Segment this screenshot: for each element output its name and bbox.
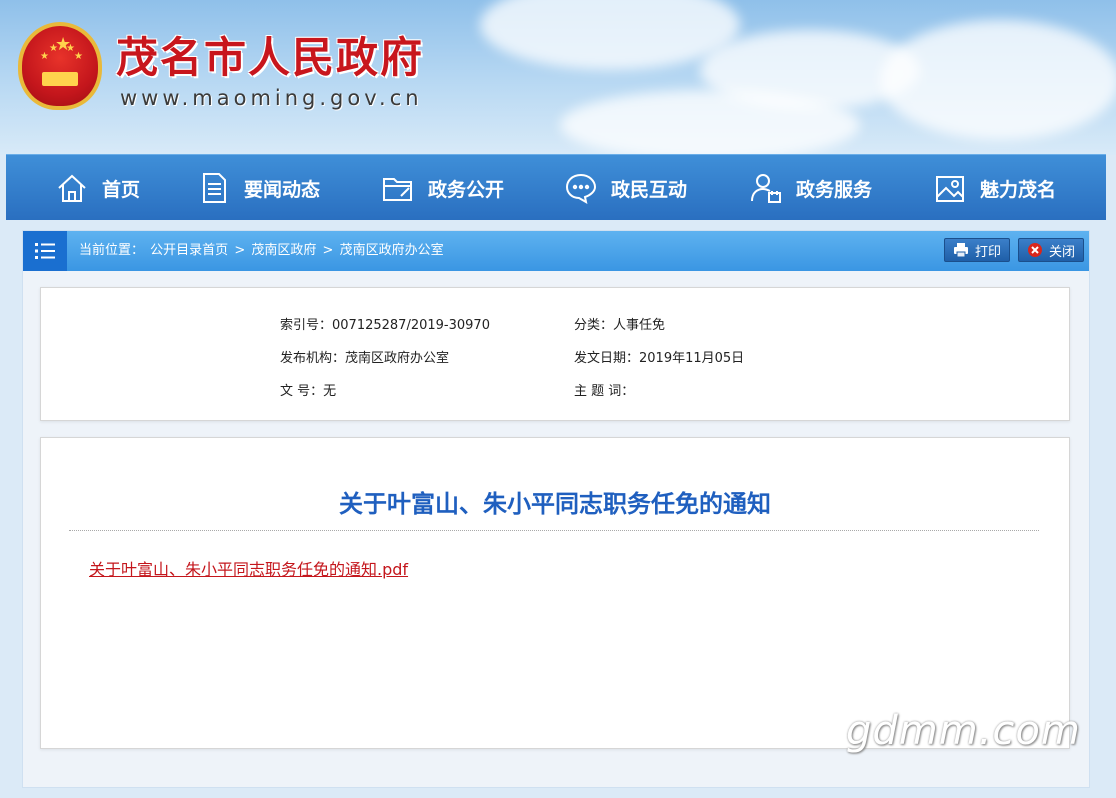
article-box: 关于叶富山、朱小平同志职务任免的通知 关于叶富山、朱小平同志职务任免的通知.pd… [40,437,1070,749]
meta-value: 无 [323,384,337,399]
national-emblem-icon: ★ ★ ★ ★ ★ [18,22,102,110]
print-label: 打印 [975,244,1002,260]
home-icon [54,170,90,206]
meta-label: 发布机构： [280,351,346,366]
meta-publisher: 发布机构：茂南区政府办公室 [280,347,449,366]
meta-label: 索引号： [280,318,333,333]
nav-item-gov-public[interactable]: 政务公开 [380,155,504,221]
list-icon [23,231,67,271]
nav-item-interaction[interactable]: 政民互动 [563,155,687,221]
breadcrumb-bar: 当前位置： 公开目录首页 > 茂南区政府 > 茂南区政府办公室 打印 关闭 [23,231,1089,271]
close-button[interactable]: 关闭 [1018,238,1085,262]
meta-label: 分类： [574,318,614,333]
main-nav: 首页 要闻动态 政务公开 政民互动 政务服务 魅力茂名 [6,154,1106,220]
document-meta: 索引号：007125287/2019-30970 分类：人事任免 发布机构：茂南… [40,287,1070,421]
breadcrumb-separator: > [322,243,334,258]
document-icon [196,170,232,206]
close-label: 关闭 [1049,244,1076,260]
nav-item-label: 政务服务 [796,178,873,201]
header-banner: ★ ★ ★ ★ ★ 茂名市人民政府 www.maoming.gov.cn [0,0,1116,155]
site-url: www.maoming.gov.cn [120,86,423,110]
meta-label: 文 号： [280,384,324,399]
close-icon [1027,242,1043,258]
breadcrumb-separator: > [234,243,246,258]
cloud-decoration [880,20,1116,140]
meta-category: 分类：人事任免 [574,314,665,333]
picture-icon [932,170,968,206]
chat-icon [563,170,599,206]
nav-item-services[interactable]: 政务服务 [748,155,872,221]
cloud-decoration [480,0,740,70]
meta-docno: 文 号：无 [280,380,336,399]
folder-icon [380,170,416,206]
nav-item-label: 政民互动 [611,178,688,201]
meta-value: 2019年11月05日 [639,351,745,366]
watermark: gdmm.com [846,708,1081,754]
nav-item-home[interactable]: 首页 [54,155,140,221]
nav-item-label: 政务公开 [428,178,505,201]
cloud-decoration [560,90,860,155]
nav-item-label: 要闻动态 [244,178,321,201]
site-title: 茂名市人民政府 [116,33,425,82]
breadcrumb-link[interactable]: 茂南区政府办公室 [340,243,444,258]
meta-value: 007125287/2019-30970 [332,318,490,333]
print-button[interactable]: 打印 [944,238,1011,262]
meta-value: 人事任免 [613,318,666,333]
breadcrumb-link[interactable]: 茂南区政府 [251,243,316,258]
content-panel: 当前位置： 公开目录首页 > 茂南区政府 > 茂南区政府办公室 打印 关闭 索引… [22,230,1090,788]
breadcrumb-link[interactable]: 公开目录首页 [150,243,228,258]
nav-item-news[interactable]: 要闻动态 [196,155,320,221]
divider [69,530,1039,531]
article-title: 关于叶富山、朱小平同志职务任免的通知 [339,490,771,518]
meta-label: 主 题 词： [574,384,635,399]
meta-label: 发文日期： [574,351,640,366]
meta-index: 索引号：007125287/2019-30970 [280,314,490,333]
nav-item-label: 魅力茂名 [980,178,1057,201]
nav-item-charm[interactable]: 魅力茂名 [932,155,1056,221]
meta-keywords: 主 题 词： [574,380,634,399]
meta-value: 茂南区政府办公室 [345,351,450,366]
user-calendar-icon [748,170,784,206]
printer-icon [953,242,969,258]
attachment-link[interactable]: 关于叶富山、朱小平同志职务任免的通知.pdf [89,556,408,580]
nav-item-label: 首页 [102,178,141,201]
meta-date: 发文日期：2019年11月05日 [574,347,744,366]
breadcrumb-prefix: 当前位置： [79,243,145,258]
breadcrumb: 当前位置： 公开目录首页 > 茂南区政府 > 茂南区政府办公室 [79,231,446,271]
